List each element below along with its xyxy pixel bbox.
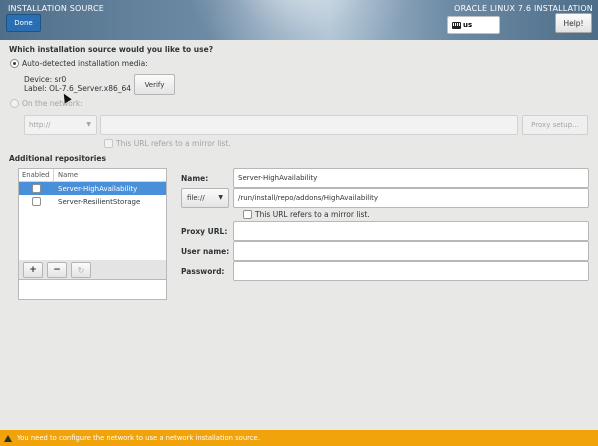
done-button[interactable]: Done (6, 14, 41, 32)
proxy-setup-button[interactable]: Proxy setup... (522, 115, 588, 135)
password-label: Password: (181, 267, 225, 276)
repo-name-input[interactable]: Server-HighAvailability (233, 168, 589, 188)
source-question: Which installation source would you like… (9, 45, 214, 54)
repo-url-input[interactable]: /run/install/repo/addons/HighAvailabilit… (233, 188, 589, 208)
warning-message: You need to configure the network to use… (17, 434, 260, 442)
keyboard-layout-value: us (463, 21, 473, 29)
network-radio[interactable] (10, 99, 19, 108)
product-title: ORACLE LINUX 7.6 INSTALLATION (454, 4, 593, 13)
header-background-glow (180, 0, 420, 40)
add-repo-button[interactable]: + (23, 262, 43, 278)
repo-protocol-value: file:// (187, 194, 205, 202)
repo-enabled-checkbox[interactable] (32, 197, 41, 206)
page-title: INSTALLATION SOURCE (8, 4, 105, 13)
warning-icon (4, 434, 12, 442)
repo-name: Server-ResilientStorage (58, 197, 141, 206)
remove-repo-button[interactable]: − (47, 262, 67, 278)
repo-name: Server-HighAvailability (58, 184, 138, 193)
header-bar: INSTALLATION SOURCE Done ORACLE LINUX 7.… (0, 0, 598, 40)
repo-mirror-label: This URL refers to a mirror list. (255, 210, 370, 219)
network-url-input[interactable] (100, 115, 518, 135)
additional-repos-heading: Additional repositories (9, 154, 106, 163)
verify-button[interactable]: Verify (134, 74, 175, 95)
chevron-down-icon: ▼ (86, 121, 91, 128)
reset-repos-button[interactable]: ↻ (71, 262, 91, 278)
warning-bar[interactable]: You need to configure the network to use… (0, 430, 598, 446)
network-mirror-label: This URL refers to a mirror list. (116, 139, 231, 148)
repo-protocol-select[interactable]: file:// ▼ (181, 188, 229, 208)
keyboard-icon (452, 21, 461, 29)
chevron-down-icon: ▼ (218, 194, 223, 201)
name-label: Name: (181, 174, 209, 183)
proxy-url-label: Proxy URL: (181, 227, 228, 236)
network-mirror-checkbox[interactable] (104, 139, 113, 148)
auto-detected-label: Auto-detected installation media: (22, 59, 148, 68)
device-text: Device: sr0 (24, 75, 67, 84)
media-label-text: Label: OL-7.6_Server.x86_64 (24, 84, 132, 93)
network-protocol-value: http:// (29, 121, 51, 129)
keyboard-layout-indicator[interactable]: us (447, 16, 500, 34)
repo-enabled-checkbox[interactable] (32, 184, 41, 193)
network-label: On the network: (22, 99, 83, 108)
list-item[interactable]: Server-ResilientStorage (19, 195, 166, 208)
password-input[interactable] (233, 261, 589, 281)
list-item[interactable]: Server-HighAvailability (19, 182, 166, 195)
repo-list: Enabled Name Server-HighAvailability Ser… (18, 168, 167, 300)
col-enabled-header[interactable]: Enabled (19, 169, 54, 181)
username-label: User name: (181, 247, 230, 256)
col-name-header[interactable]: Name (54, 169, 78, 181)
repo-toolbar: + − ↻ (18, 260, 167, 280)
auto-detected-radio[interactable] (10, 59, 19, 68)
repo-list-header: Enabled Name (19, 169, 166, 182)
network-protocol-select[interactable]: http:// ▼ (24, 115, 97, 135)
help-button[interactable]: Help! (555, 13, 592, 33)
username-input[interactable] (233, 241, 589, 261)
repo-mirror-checkbox[interactable] (243, 210, 252, 219)
proxy-url-input[interactable] (233, 221, 589, 241)
